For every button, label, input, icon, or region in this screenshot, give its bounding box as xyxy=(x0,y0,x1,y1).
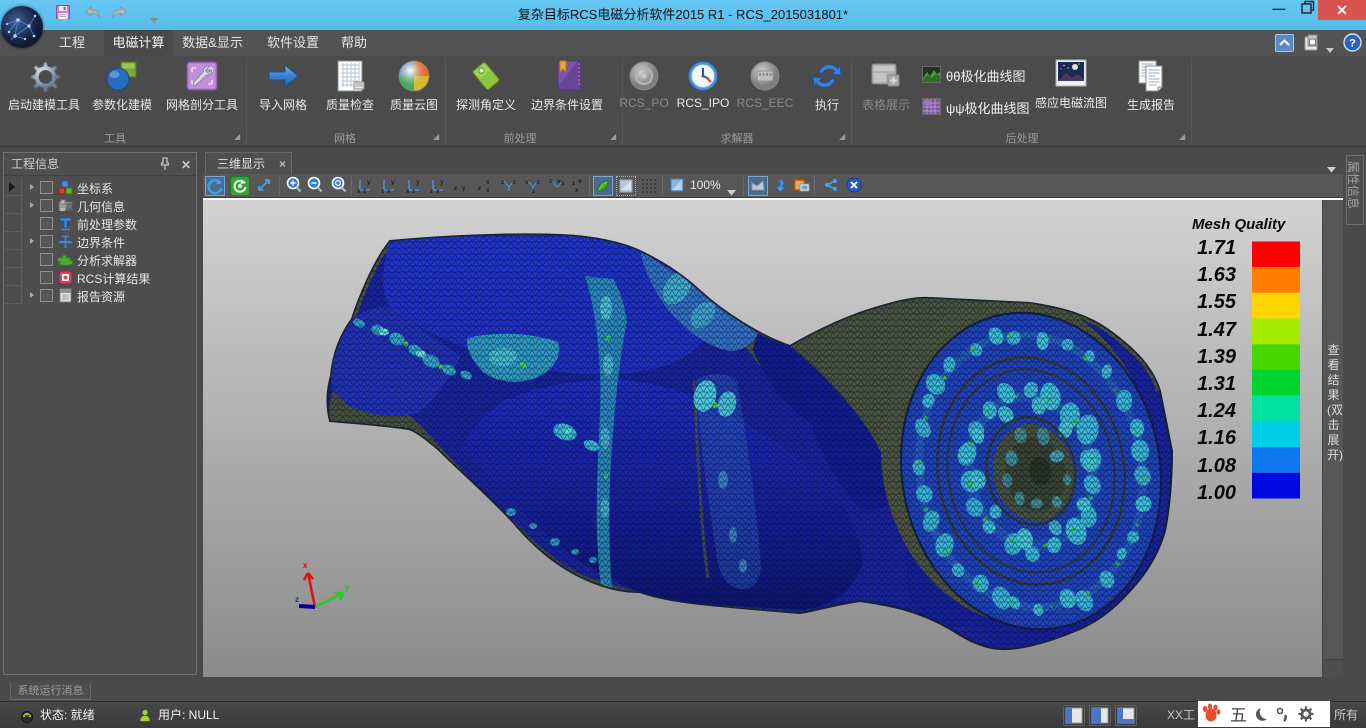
svg-text:y: y xyxy=(462,185,466,192)
svg-text:1.00: 1.00 xyxy=(1197,482,1236,504)
svg-text:z: z xyxy=(478,185,482,192)
svg-text:x: x xyxy=(512,179,516,186)
svg-text:z: z xyxy=(549,178,553,185)
svg-text:x: x xyxy=(436,188,440,194)
svg-text:z: z xyxy=(454,185,458,192)
svg-text:x: x xyxy=(561,180,565,187)
svg-text:五: 五 xyxy=(1230,706,1247,725)
svg-text:1.55: 1.55 xyxy=(1197,291,1237,313)
svg-text:1.24: 1.24 xyxy=(1197,400,1236,422)
svg-text:x: x xyxy=(406,188,410,194)
svg-text:y: y xyxy=(391,179,395,186)
svg-text:z: z xyxy=(532,188,536,194)
svg-text:1.31: 1.31 xyxy=(1197,373,1236,395)
svg-text:x: x xyxy=(303,561,308,570)
svg-text:y: y xyxy=(345,583,350,592)
svg-text:y: y xyxy=(440,179,444,186)
svg-text:y: y xyxy=(367,179,371,186)
svg-text:z: z xyxy=(412,188,416,194)
svg-text:v: v xyxy=(578,178,582,185)
svg-text:y: y xyxy=(416,179,420,186)
svg-text:z: z xyxy=(295,595,299,604)
svg-text:x: x xyxy=(387,188,391,194)
svg-text:x: x xyxy=(575,187,579,194)
svg-text:z: z xyxy=(501,179,505,186)
svg-text:x: x xyxy=(536,179,540,186)
svg-text:1.71: 1.71 xyxy=(1197,237,1236,259)
svg-text:z: z xyxy=(572,180,576,187)
svg-text:1.63: 1.63 xyxy=(1197,264,1236,286)
svg-text:1.47: 1.47 xyxy=(1197,319,1237,341)
svg-text:?: ? xyxy=(1349,38,1356,50)
svg-text:x: x xyxy=(486,187,490,194)
svg-text:1.08: 1.08 xyxy=(1197,455,1237,477)
svg-text:Mesh Quality: Mesh Quality xyxy=(1192,216,1286,233)
svg-text:x: x xyxy=(357,188,361,194)
svg-text:z: z xyxy=(363,188,367,194)
svg-text:v: v xyxy=(525,179,529,186)
svg-text:1.39: 1.39 xyxy=(1197,346,1237,368)
svg-text:x: x xyxy=(486,179,490,186)
svg-text:1.16: 1.16 xyxy=(1197,427,1237,449)
